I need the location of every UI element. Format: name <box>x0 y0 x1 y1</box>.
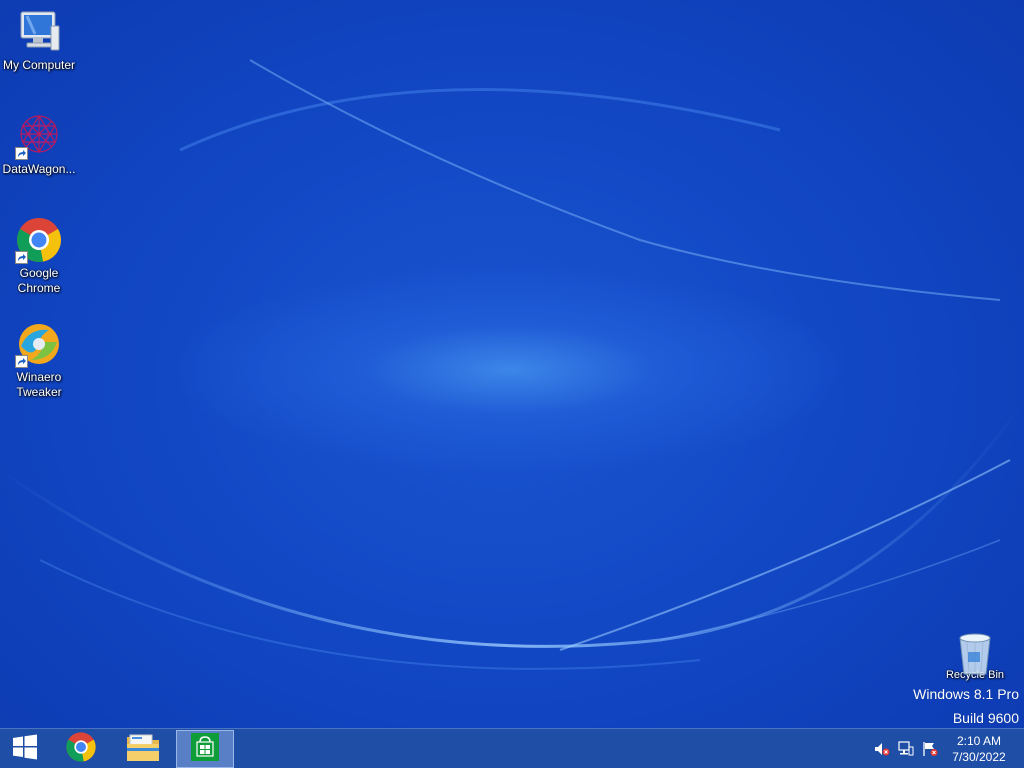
clock-date: 7/30/2022 <box>952 750 1006 764</box>
action-center-flag-icon[interactable] <box>922 741 938 757</box>
start-button[interactable] <box>0 730 50 768</box>
build-number-watermark: Build 9600 <box>952 710 1019 726</box>
desktop-icon-datawagon[interactable]: DataWagon... <box>0 112 78 177</box>
taskbar: 2:10 AM 7/30/2022 <box>0 728 1024 768</box>
recycle-bin-icon <box>955 630 995 678</box>
desktop-icon-google-chrome[interactable]: Google Chrome <box>0 216 78 296</box>
desktop-icon-label: Winaero Tweaker <box>16 370 62 399</box>
chrome-icon <box>65 731 97 767</box>
taskbar-chrome-button[interactable] <box>52 730 110 768</box>
folder-icon <box>126 732 160 766</box>
store-icon <box>191 733 219 765</box>
shortcut-arrow-icon <box>15 147 28 160</box>
chrome-icon <box>15 216 63 264</box>
computer-icon <box>15 8 63 56</box>
desktop-icon-label: Google Chrome <box>17 266 61 295</box>
datawagon-icon <box>15 112 63 160</box>
windows-logo-icon <box>12 734 38 764</box>
desktop-icon-my-computer[interactable]: My Computer <box>0 8 78 73</box>
taskbar-clock[interactable]: 2:10 AM 7/30/2022 <box>944 733 1014 765</box>
desktop-icon-label: DataWagon... <box>2 162 76 176</box>
desktop-icon-winaero-tweaker[interactable]: Winaero Tweaker <box>0 320 78 400</box>
desktop-icon-recycle-bin[interactable]: Recycle Bin <box>936 630 1014 683</box>
taskbar-file-explorer-button[interactable] <box>114 730 172 768</box>
taskbar-store-button[interactable] <box>176 730 234 768</box>
wallpaper-curves <box>0 59 1024 670</box>
windows-edition-watermark: Windows 8.1 Pro <box>913 686 1019 702</box>
winaero-icon <box>15 320 63 368</box>
clock-time: 2:10 AM <box>956 734 1002 748</box>
shortcut-arrow-icon <box>15 251 28 264</box>
network-icon[interactable] <box>898 741 914 757</box>
shortcut-arrow-icon <box>15 355 28 368</box>
desktop-icon-label: My Computer <box>2 58 76 72</box>
desktop-background[interactable]: My Computer DataWagon... Google Chrome W… <box>0 0 1024 728</box>
speaker-muted-icon[interactable] <box>874 741 890 757</box>
